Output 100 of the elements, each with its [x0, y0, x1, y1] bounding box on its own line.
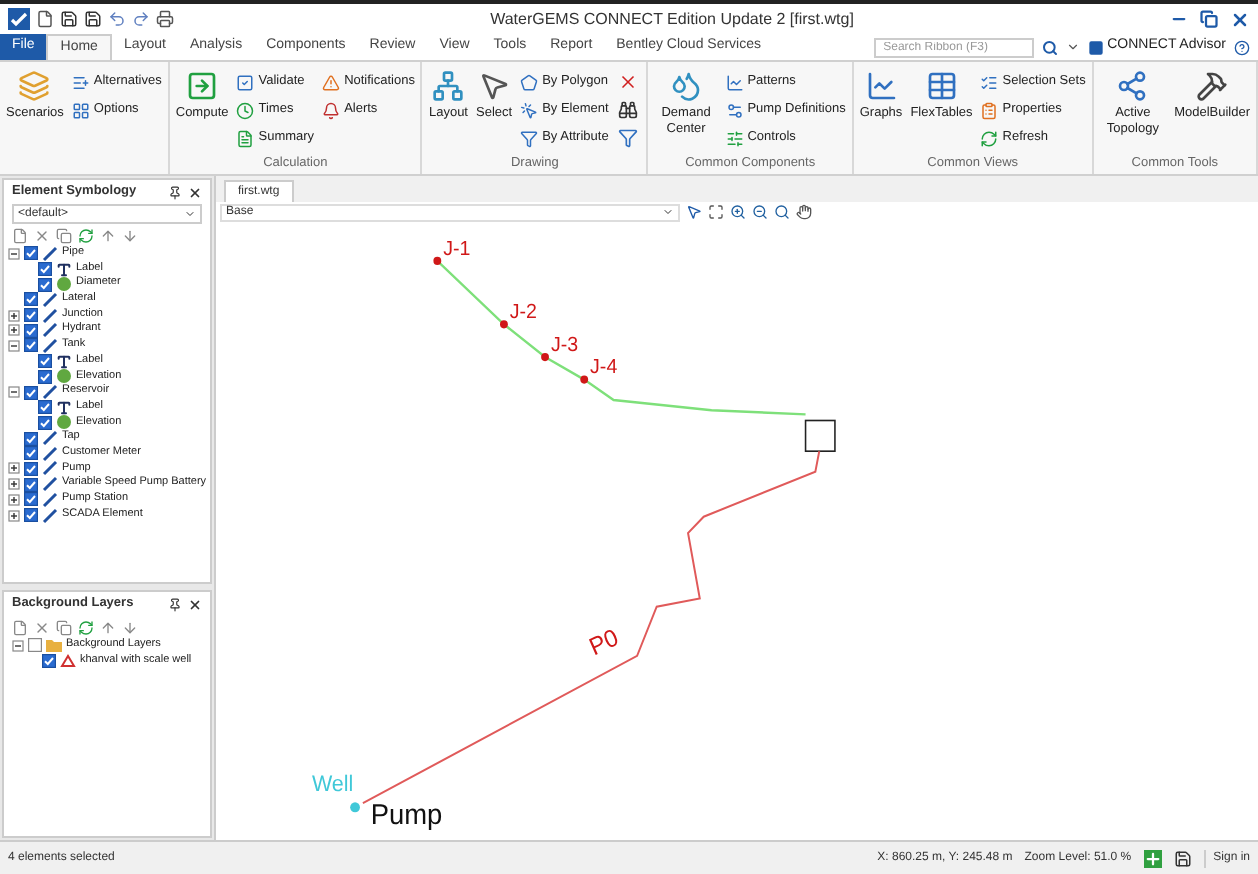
- pipe-label: P0: [584, 622, 623, 662]
- checkbox[interactable]: [38, 262, 52, 277]
- clipboard-icon: [980, 101, 999, 119]
- clock-icon: [236, 101, 255, 119]
- line-chart-icon: [725, 73, 744, 91]
- line-chart-icon: [865, 70, 898, 102]
- search-icon[interactable]: [1041, 39, 1058, 55]
- funnel-icon: [618, 128, 639, 148]
- zoom-extents-icon[interactable]: [708, 204, 724, 220]
- up-icon[interactable]: [100, 619, 116, 635]
- checkbox[interactable]: [24, 492, 38, 507]
- pointer-icon[interactable]: [686, 204, 702, 220]
- zoom-out-icon[interactable]: [752, 204, 768, 220]
- checkbox[interactable]: [38, 400, 52, 415]
- refresh-icon[interactable]: [78, 619, 94, 635]
- ribbon-icon-button[interactable]: [616, 98, 641, 122]
- tank-symbol: [804, 419, 836, 452]
- checkbox[interactable]: [38, 277, 52, 292]
- collapse-icon[interactable]: [8, 247, 20, 260]
- down-icon[interactable]: [122, 619, 138, 635]
- dropdown-icon: [662, 206, 674, 218]
- expand-icon[interactable]: [8, 478, 20, 491]
- circle-icon: [56, 368, 72, 385]
- circle-icon: [56, 276, 72, 293]
- expand-icon[interactable]: [8, 462, 20, 475]
- checkbox[interactable]: [38, 354, 52, 369]
- close-icon[interactable]: [188, 185, 202, 199]
- checkbox[interactable]: [24, 431, 38, 446]
- checkbox[interactable]: [24, 508, 38, 523]
- refresh-icon: [980, 129, 999, 147]
- element-line-icon: [42, 384, 58, 401]
- junction-label: J-4: [590, 357, 618, 380]
- sliders-icon: [725, 129, 744, 147]
- delete-icon[interactable]: [34, 227, 50, 243]
- zoom-in-icon[interactable]: [730, 204, 746, 220]
- copy-icon[interactable]: [56, 619, 72, 635]
- dropdown-icon: [184, 208, 196, 220]
- checkbox-icon: [236, 73, 255, 91]
- checkbox[interactable]: [38, 369, 52, 384]
- grid-icon: [71, 101, 90, 119]
- new-icon[interactable]: [12, 619, 28, 635]
- expand-icon[interactable]: [8, 324, 20, 337]
- window-title: WaterGEMS CONNECT Edition Update 2 [first.wtg]: [490, 7, 854, 31]
- plus-icon[interactable]: [1143, 849, 1162, 867]
- redo-icon[interactable]: [132, 10, 150, 28]
- new-icon[interactable]: [12, 227, 28, 243]
- zoom-window-icon[interactable]: [774, 204, 790, 220]
- save-icon[interactable]: [60, 10, 78, 28]
- dropdown-icon[interactable]: [1065, 40, 1080, 54]
- save-icon[interactable]: [1173, 849, 1192, 867]
- refresh-icon[interactable]: [78, 227, 94, 243]
- advisor-icon: [1087, 39, 1104, 55]
- pan-icon[interactable]: [796, 204, 812, 220]
- funnel-icon: [520, 129, 539, 147]
- collapse-icon[interactable]: [8, 339, 20, 352]
- collapse-icon[interactable]: [8, 386, 20, 399]
- polygon-icon: [520, 73, 539, 91]
- checkbox[interactable]: [24, 385, 38, 400]
- collapse-icon[interactable]: [12, 639, 24, 652]
- checkbox[interactable]: [28, 638, 42, 653]
- pin-icon[interactable]: [168, 185, 182, 199]
- pin-icon[interactable]: [168, 597, 182, 611]
- well-node: [350, 802, 360, 813]
- expand-icon[interactable]: [8, 493, 20, 506]
- undo-icon[interactable]: [108, 10, 126, 28]
- layer-icon: [60, 653, 76, 670]
- checkbox[interactable]: [38, 415, 52, 430]
- checkbox[interactable]: [24, 338, 38, 353]
- junction-node: [500, 320, 508, 329]
- expand-icon[interactable]: [8, 309, 20, 322]
- new-file-icon[interactable]: [36, 10, 54, 28]
- checkbox[interactable]: [24, 477, 38, 492]
- close-icon[interactable]: [188, 597, 202, 611]
- checkbox[interactable]: [24, 246, 38, 261]
- checkbox[interactable]: [24, 446, 38, 461]
- restore-icon[interactable]: [1200, 10, 1218, 28]
- delete-icon: [618, 72, 639, 92]
- settings-icon: [725, 101, 744, 119]
- delete-icon[interactable]: [34, 619, 50, 635]
- checkbox[interactable]: [24, 461, 38, 476]
- checkbox[interactable]: [24, 323, 38, 338]
- expand-icon[interactable]: [8, 509, 20, 522]
- warning-icon: [322, 73, 341, 91]
- well-label: Well: [311, 772, 354, 797]
- checkbox[interactable]: [24, 308, 38, 323]
- folder-icon: [46, 638, 62, 653]
- save-icon[interactable]: [84, 10, 102, 28]
- checklist-icon: [980, 73, 999, 91]
- down-icon[interactable]: [122, 227, 138, 243]
- up-icon[interactable]: [100, 227, 116, 243]
- print-icon[interactable]: [156, 10, 174, 28]
- document-icon: [236, 129, 255, 147]
- junction-node: [541, 352, 549, 362]
- checkbox[interactable]: [24, 292, 38, 307]
- bell-icon: [322, 101, 341, 119]
- checkbox[interactable]: [42, 654, 56, 669]
- copy-icon[interactable]: [56, 227, 72, 243]
- help-icon[interactable]: [1234, 39, 1250, 55]
- junction-label: J-2: [509, 301, 537, 325]
- close-icon[interactable]: [1230, 9, 1250, 29]
